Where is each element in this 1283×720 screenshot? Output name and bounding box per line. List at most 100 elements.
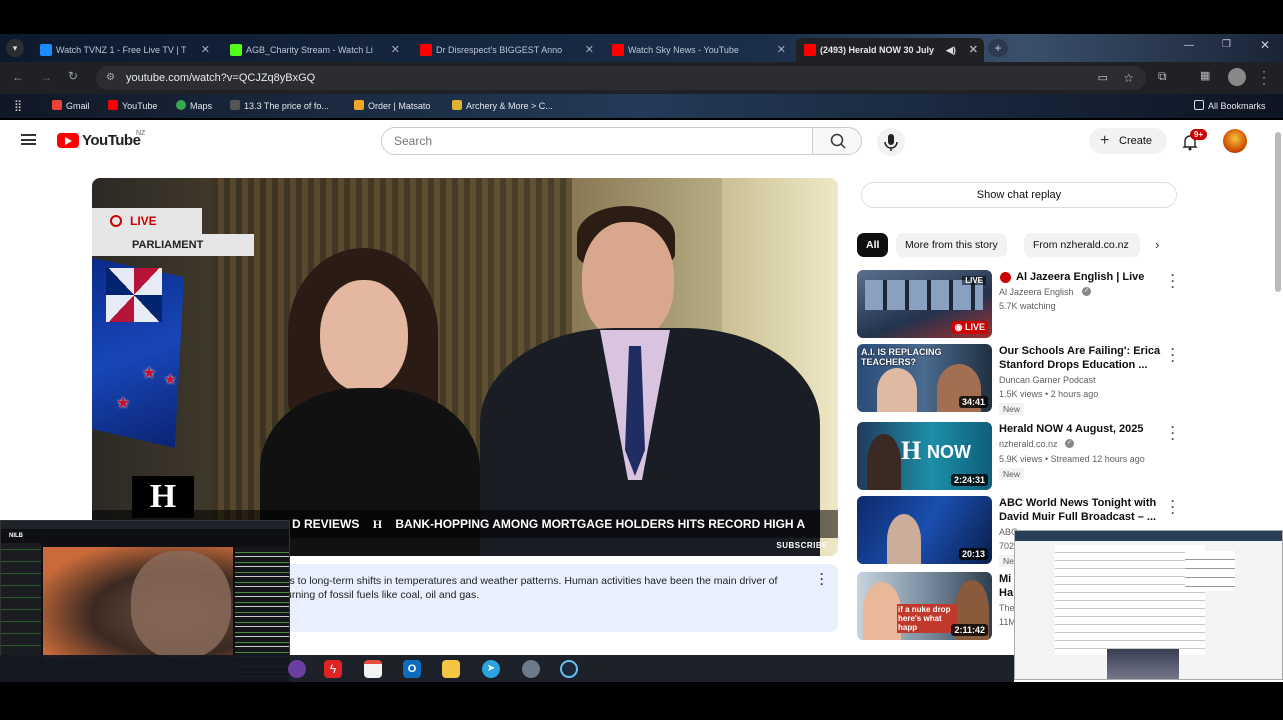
all-bookmarks[interactable]: All Bookmarks: [1194, 94, 1266, 118]
flag-star: ★: [116, 395, 131, 412]
more-options-icon[interactable]: · · ·: [1169, 421, 1177, 445]
channel-name[interactable]: Al Jazeera English: [999, 287, 1074, 297]
apps-grid-icon[interactable]: ⣿: [14, 94, 22, 118]
bookmark-label: YouTube: [122, 101, 158, 111]
duration-badge: 34:41: [958, 396, 988, 408]
video-thumbnail[interactable]: if a nuke drop here's what happ 2:11:42: [857, 572, 992, 640]
browser-tab[interactable]: Dr Disrespect's BIGGEST Anno ✕: [412, 38, 600, 62]
reload-icon[interactable]: ↻: [68, 69, 78, 83]
chip-more-from-story[interactable]: More from this story: [896, 233, 1007, 257]
avatar[interactable]: [1223, 129, 1247, 153]
menu-icon[interactable]: · · ·: [1262, 65, 1266, 89]
close-tab-icon[interactable]: ✕: [585, 38, 594, 62]
restore-icon[interactable]: ❐: [1222, 39, 1231, 50]
video-thumbnail[interactable]: H NOW 2:24:31: [857, 422, 992, 490]
video-title[interactable]: Al Jazeera English | Live: [1016, 270, 1186, 284]
store-icon: [354, 100, 364, 110]
site-info-icon[interactable]: ⚙: [106, 66, 115, 90]
video-thumbnail[interactable]: A.I. IS REPLACING TEACHERS? 34:41: [857, 344, 992, 412]
more-options-icon[interactable]: · · ·: [1169, 269, 1177, 293]
bookmark-gmail[interactable]: Gmail: [52, 94, 90, 118]
region-label: NZ: [136, 130, 146, 137]
browser-tab[interactable]: Watch Sky News - YouTube ✕: [604, 38, 792, 62]
calendar-icon[interactable]: [364, 660, 382, 678]
bookmark-youtube[interactable]: YouTube: [108, 94, 157, 118]
youtube-icon: [420, 44, 432, 56]
list-item[interactable]: LIVE ◉ LIVE Al Jazeera English | Live Al…: [857, 269, 1179, 340]
channel-name[interactable]: The: [999, 603, 1015, 613]
audio-icon[interactable]: ◀): [946, 38, 956, 62]
browser-tab[interactable]: Watch TVNZ 1 - Free Live TV | T ✕: [32, 38, 216, 62]
live-label: LIVE: [130, 214, 157, 228]
folder-icon[interactable]: [442, 660, 460, 678]
profile-icon[interactable]: [1228, 68, 1246, 86]
bookmark-matsato[interactable]: Order | Matsato: [354, 94, 430, 118]
youtube-logo-icon[interactable]: [57, 133, 79, 148]
video-player[interactable]: ★ ★ ★ LIVE PARLIAMENT D REVIEWS H BANK-H…: [92, 178, 838, 556]
more-options-icon[interactable]: · · ·: [1169, 495, 1177, 519]
video-title[interactable]: Herald NOW 4 August, 2025: [999, 422, 1169, 436]
url-field[interactable]: ⚙ youtube.com/watch?v=QCJZq8yBxGQ ▭ ☆: [96, 66, 1146, 90]
more-options-icon[interactable]: · · ·: [820, 568, 824, 590]
live-duration-badge: ◉ LIVE: [951, 321, 988, 334]
close-tab-icon[interactable]: ✕: [201, 38, 210, 62]
search-input[interactable]: Search: [381, 127, 813, 155]
youtube-icon: [804, 44, 816, 56]
channel-name[interactable]: Duncan Garner Podcast: [999, 375, 1096, 385]
bookmark-price[interactable]: 13.3 The price of fo...: [230, 94, 329, 118]
cast-icon[interactable]: ▭: [1098, 66, 1108, 90]
back-icon[interactable]: ←: [12, 70, 24, 84]
steam-icon[interactable]: [560, 660, 578, 678]
video-title[interactable]: Our Schools Are Failing': Erica Stanford…: [999, 344, 1169, 372]
show-chat-replay-button[interactable]: Show chat replay: [861, 182, 1177, 208]
voice-search-button[interactable]: [877, 128, 905, 156]
bookmark-maps[interactable]: Maps: [176, 94, 212, 118]
search-button[interactable]: [812, 127, 862, 155]
telegram-icon[interactable]: ➤: [482, 660, 500, 678]
more-options-icon[interactable]: · · ·: [1169, 343, 1177, 367]
list-item[interactable]: A.I. IS REPLACING TEACHERS? 34:41 Our Sc…: [857, 343, 1179, 415]
app-icon[interactable]: [288, 660, 306, 678]
bookmark-label: Gmail: [66, 101, 90, 111]
page-scrollbar[interactable]: [1275, 132, 1281, 292]
channel-name[interactable]: nzherald.co.nz: [999, 439, 1058, 449]
overlay-titlebar: [1015, 531, 1282, 541]
ticker-left: D REVIEWS: [292, 517, 360, 531]
bolt-icon[interactable]: ϟ: [324, 660, 342, 678]
youtube-logo-text[interactable]: YouTube: [82, 132, 141, 149]
close-window-icon[interactable]: ✕: [1260, 38, 1270, 52]
view-meta: 1.5K views • 2 hours ago: [999, 389, 1099, 399]
close-tab-icon[interactable]: ✕: [777, 38, 786, 62]
thumb-person: [867, 434, 901, 490]
tab-search-icon[interactable]: ▾: [6, 39, 24, 57]
extension-icon[interactable]: ▦: [1200, 69, 1210, 82]
minimize-icon[interactable]: —: [1184, 40, 1194, 51]
video-thumbnail[interactable]: 20:13: [857, 496, 992, 564]
new-tab-button[interactable]: +: [988, 39, 1008, 57]
chip-from-nzherald[interactable]: From nzherald.co.nz: [1024, 233, 1140, 257]
chip-all[interactable]: All: [857, 233, 889, 257]
extensions-icon[interactable]: ⧉: [1158, 69, 1167, 84]
video-title[interactable]: ABC World News Tonight with David Muir F…: [999, 496, 1169, 524]
chevron-right-icon[interactable]: ›: [1155, 237, 1159, 252]
browser-tab-active[interactable]: (2493) Herald NOW 30 July ◀) ✕: [796, 38, 984, 62]
forward-icon[interactable]: →: [40, 70, 52, 84]
bookmark-star-icon[interactable]: ☆: [1123, 66, 1134, 90]
bookmark-label: 13.3 The price of fo...: [244, 101, 329, 111]
list-item[interactable]: H NOW 2:24:31 Herald NOW 4 August, 2025 …: [857, 421, 1179, 492]
bookmark-archery[interactable]: Archery & More > C...: [452, 94, 553, 118]
close-tab-icon[interactable]: ✕: [969, 38, 978, 62]
duration-badge: 20:13: [958, 548, 988, 560]
all-bookmarks-label: All Bookmarks: [1208, 101, 1266, 111]
video-title[interactable]: Mi Ha: [999, 572, 1015, 600]
create-button[interactable]: + Create: [1089, 128, 1167, 154]
outlook-icon[interactable]: O: [403, 660, 421, 678]
tvnz-icon: [40, 44, 52, 56]
close-tab-icon[interactable]: ✕: [391, 38, 400, 62]
hamburger-menu-icon[interactable]: [21, 134, 36, 145]
browser-tab-bar: ▾ Watch TVNZ 1 - Free Live TV | T ✕ AGB_…: [0, 34, 1283, 62]
tool-icon[interactable]: [522, 660, 540, 678]
duration-badge: 2:24:31: [950, 474, 988, 486]
video-thumbnail[interactable]: LIVE ◉ LIVE: [857, 270, 992, 338]
browser-tab[interactable]: AGB_Charity Stream - Watch Li ✕: [222, 38, 406, 62]
